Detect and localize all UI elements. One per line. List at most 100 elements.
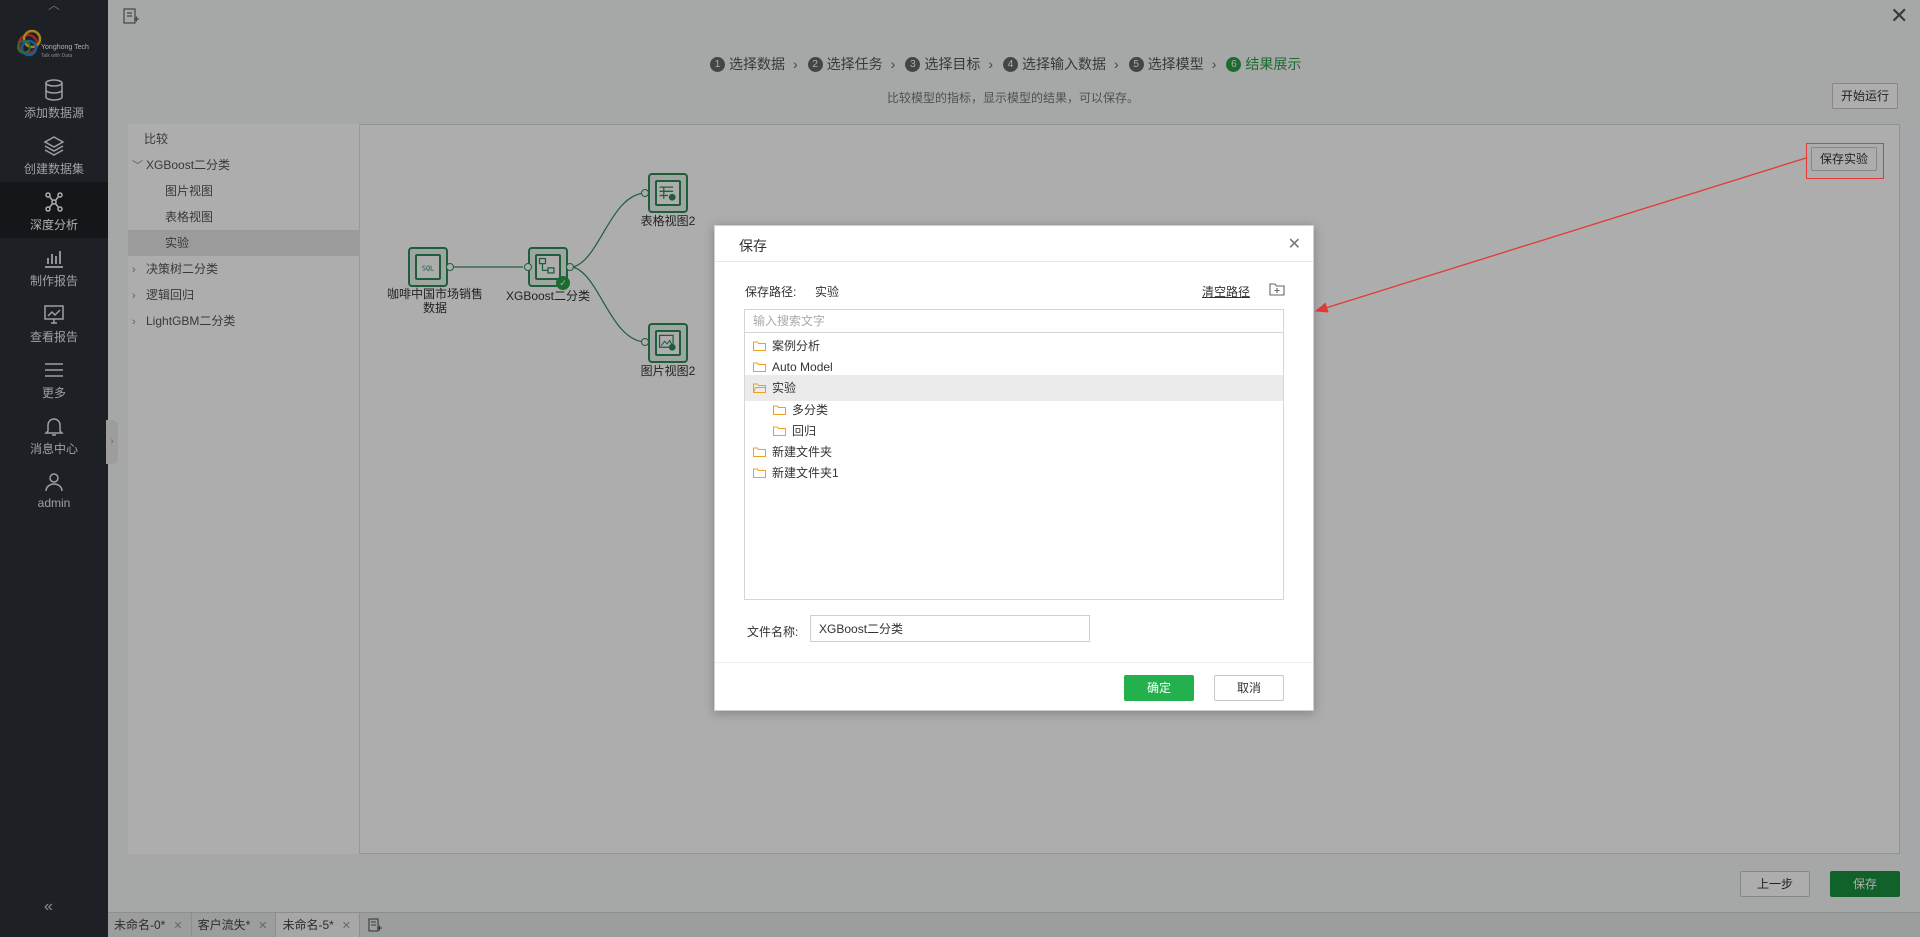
doc-tab[interactable]: 客户流失* ✕ xyxy=(192,912,277,937)
folder-open-icon xyxy=(753,383,766,393)
node-label: XGBoost二分类 xyxy=(505,289,591,303)
collapse-sidebar-icon[interactable]: « xyxy=(44,898,53,916)
tab-label: 未命名-5* xyxy=(282,917,334,932)
flow-node-table-view[interactable] xyxy=(648,173,688,213)
save-dialog: 保存 ✕ 保存路径: 实验 清空路径 案例分析 Auto Model 实验 多分… xyxy=(714,225,1314,711)
bell-icon xyxy=(44,418,64,436)
folder-icon xyxy=(753,341,766,351)
nav-label: admin xyxy=(37,496,71,510)
monitor-chart-icon xyxy=(44,305,64,324)
step-label: 选择数据 xyxy=(729,56,785,72)
chevron-right-icon: › xyxy=(890,56,896,72)
tree-item-lightgbm[interactable]: › LightGBM二分类 xyxy=(128,308,359,334)
nav-make-report[interactable]: 制作报告 xyxy=(0,238,108,294)
nav-label: 制作报告 xyxy=(29,274,78,288)
step-select-input-data[interactable]: 4 选择输入数据 › xyxy=(1003,54,1129,74)
flow-node-dataset[interactable]: SQL xyxy=(408,247,448,287)
node-label: 图片视图2 xyxy=(640,364,696,378)
nav-label: 创建数据集 xyxy=(23,162,84,176)
sql-icon: SQL xyxy=(415,254,441,280)
start-run-button[interactable]: 开始运行 xyxy=(1832,83,1898,109)
image-view-icon xyxy=(655,330,681,356)
doc-tab[interactable]: 未命名-0* ✕ xyxy=(108,912,192,937)
step-number: 6 xyxy=(1226,56,1242,72)
step-select-data[interactable]: 1 选择数据 › xyxy=(710,54,808,74)
panel-toggle-handle[interactable]: › xyxy=(106,420,118,464)
close-icon[interactable]: ✕ xyxy=(1890,5,1908,27)
clear-path-link[interactable]: 清空路径 xyxy=(1202,283,1250,300)
node-port[interactable] xyxy=(446,263,454,271)
save-button[interactable]: 保存 xyxy=(1830,871,1900,897)
new-document-icon[interactable] xyxy=(122,7,140,25)
chart-icon xyxy=(45,251,63,268)
filename-input[interactable] xyxy=(810,615,1090,642)
node-port[interactable] xyxy=(524,263,532,271)
tree-item-image-view[interactable]: 图片视图 xyxy=(128,178,359,204)
dialog-header: 保存 ✕ xyxy=(715,226,1313,262)
node-port[interactable] xyxy=(641,189,649,197)
flow-node-image-view[interactable] xyxy=(648,323,688,363)
step-select-target[interactable]: 3 选择目标 › xyxy=(905,54,1003,74)
layers-icon xyxy=(43,136,65,156)
nav-user-admin[interactable]: admin xyxy=(0,462,108,518)
node-label: 表格视图2 xyxy=(640,214,696,228)
tree-item-experiment[interactable]: 实验 xyxy=(128,230,359,256)
tree-item-table-view[interactable]: 表格视图 xyxy=(128,204,359,230)
database-icon xyxy=(45,79,63,101)
folder-tree: 案例分析 Auto Model 实验 多分类 回归 新建文件夹 新建文件夹1 xyxy=(744,333,1284,600)
tree-item-decision-tree[interactable]: › 决策树二分类 xyxy=(128,256,359,282)
step-label: 选择任务 xyxy=(826,56,883,72)
new-tab-icon[interactable] xyxy=(368,918,383,932)
nav-more[interactable]: 更多 xyxy=(0,350,108,406)
nav-label: 深度分析 xyxy=(29,218,78,232)
step-number: 2 xyxy=(807,56,823,72)
brand-name: Yonghong Tech xyxy=(41,44,89,51)
node-port[interactable] xyxy=(641,338,649,346)
step-label: 结果展示 xyxy=(1245,56,1302,72)
nav-message-center[interactable]: 消息中心 xyxy=(0,406,108,462)
nav-add-datasource[interactable]: 添加数据源 xyxy=(0,70,108,126)
folder-label: 新建文件夹1 xyxy=(772,466,839,480)
network-icon xyxy=(45,192,63,212)
folder-label: 案例分析 xyxy=(772,339,821,353)
folder-label: 新建文件夹 xyxy=(772,445,833,459)
nav-view-report[interactable]: 查看报告 xyxy=(0,294,108,350)
step-show-results[interactable]: 6 结果展示 xyxy=(1226,54,1301,74)
step-select-task[interactable]: 2 选择任务 › xyxy=(807,54,906,74)
nav-create-dataset[interactable]: 创建数据集 xyxy=(0,126,108,182)
tree-label: LightGBM二分类 xyxy=(146,314,236,328)
step-label: 选择输入数据 xyxy=(1022,56,1107,72)
filename-label: 文件名称: xyxy=(747,625,799,639)
chevron-up-icon[interactable]: ︿ xyxy=(46,0,62,11)
chevron-right-icon: › xyxy=(132,316,136,328)
tree-item-compare[interactable]: 比较 xyxy=(128,126,359,152)
tab-label: 客户流失* xyxy=(197,917,251,932)
result-tree: 比较 ﹀ XGBoost二分类 图片视图 表格视图 实验 › 决策树二分类 › 逻辑回… xyxy=(128,124,360,854)
folder-search-input[interactable] xyxy=(744,309,1284,333)
close-icon[interactable]: ✕ xyxy=(173,920,182,932)
tree-item-logistic-regression[interactable]: › 逻辑回归 xyxy=(128,282,359,308)
tab-label: 未命名-0* xyxy=(114,917,166,932)
node-label: 咖啡中国市场销售 数据 xyxy=(386,287,483,315)
tree-item-xgboost[interactable]: ﹀ XGBoost二分类 xyxy=(128,152,359,178)
folder-label: Auto Model xyxy=(772,360,833,374)
new-folder-icon[interactable] xyxy=(1269,282,1285,296)
folder-icon xyxy=(753,468,766,478)
chevron-right-icon: › xyxy=(132,264,136,276)
confirm-button[interactable]: 确定 xyxy=(1124,675,1194,701)
folder-item[interactable]: 新建文件夹1 xyxy=(745,460,1283,486)
wizard-steps: 1 选择数据 › 2 选择任务 › 3 选择目标 › 4 选择输入数据 › 5 选择模型 › 6 结果… xyxy=(710,54,1301,74)
previous-step-button[interactable]: 上一步 xyxy=(1740,871,1810,897)
nav-deep-analysis[interactable]: 深度分析 xyxy=(0,182,108,238)
close-icon[interactable]: ✕ xyxy=(342,920,351,932)
cancel-button[interactable]: 取消 xyxy=(1214,675,1284,701)
node-port[interactable] xyxy=(566,263,574,271)
doc-tab[interactable]: 未命名-5* ✕ xyxy=(276,912,361,937)
menu-icon xyxy=(45,363,63,377)
folder-label: 回归 xyxy=(792,424,817,438)
tree-label: XGBoost二分类 xyxy=(146,158,231,172)
close-icon[interactable]: ✕ xyxy=(1288,234,1301,254)
close-icon[interactable]: ✕ xyxy=(258,920,267,932)
sidebar: ︿ Yonghong Tech Talk with Data 添加数据源 创建数… xyxy=(0,0,108,937)
step-select-model[interactable]: 5 选择模型 › xyxy=(1128,54,1227,74)
